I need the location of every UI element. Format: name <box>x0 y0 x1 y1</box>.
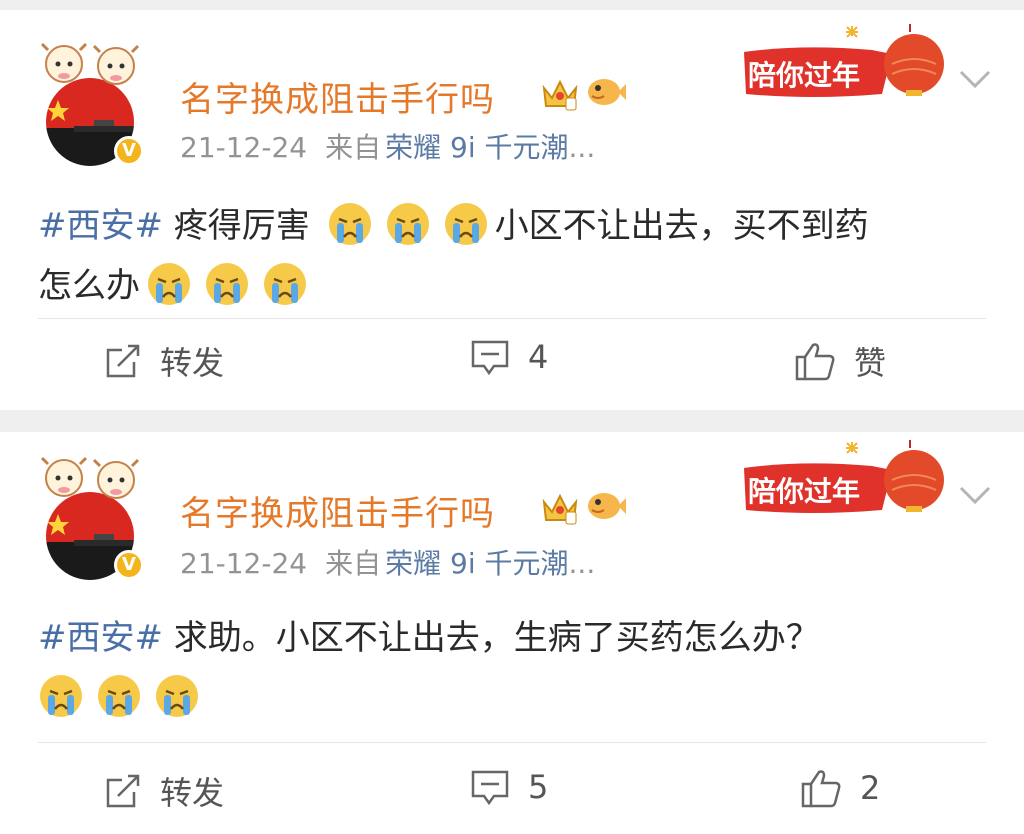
post-content: #西安# 求助。小区不让出去，生病了买药怎么办？ <box>38 608 998 728</box>
chevron-down-icon[interactable] <box>958 484 992 508</box>
crying-emoji-icon <box>148 263 190 305</box>
device-link[interactable]: 荣耀 9i 千元潮 <box>385 547 568 580</box>
crying-emoji-icon <box>206 263 248 305</box>
post-text-segment: 求助。小区不让出去，生病了买药怎么办？ <box>173 618 820 658</box>
comment-count: 4 <box>528 338 549 376</box>
like-label: 赞 <box>854 344 887 382</box>
repost-icon <box>106 344 140 378</box>
post-meta: 21-12-24 来自 荣耀 9i 千元潮... <box>180 126 595 166</box>
device-link[interactable]: 荣耀 9i 千元潮 <box>385 131 568 164</box>
thumbs-up-icon <box>795 343 835 381</box>
fish-icon <box>588 79 626 105</box>
comment-icon <box>471 340 509 376</box>
post-card: V 名字换成阻击手行吗 21-12-24 来自 荣耀 9i 千元潮... 陪你过… <box>0 432 1024 834</box>
like-button[interactable]: 2 <box>800 768 880 808</box>
crying-emoji-icon <box>386 203 429 245</box>
repost-button[interactable]: 转发 <box>104 768 224 814</box>
comment-count: 5 <box>528 768 549 806</box>
meta-ellipsis: ... <box>568 547 596 580</box>
post-text-segment: 小区不让出去，买不到药 <box>494 206 869 246</box>
comment-button[interactable]: 5 <box>470 768 548 806</box>
festival-badge-text: 陪你过年 <box>748 59 861 92</box>
post-date: 21-12-24 <box>180 547 308 580</box>
crying-emoji-icon <box>328 203 371 245</box>
chevron-down-icon[interactable] <box>958 68 992 92</box>
post-text-segment: 怎么办 <box>38 266 140 306</box>
topic-tag[interactable]: #西安# <box>38 618 163 658</box>
festival-badge[interactable]: 陪你过年 <box>742 24 952 108</box>
like-button[interactable]: 赞 <box>794 338 886 384</box>
post-meta: 21-12-24 来自 荣耀 9i 千元潮... <box>180 542 595 582</box>
like-count: 2 <box>860 769 881 807</box>
post-content: #西安# 疼得厉害 小区不让出去，买不到药 怎么办 <box>38 196 998 316</box>
source-prefix: 来自 <box>325 131 382 164</box>
divider <box>38 742 986 743</box>
username[interactable]: 名字换成阻击手行吗 <box>180 72 495 121</box>
festival-badge-text: 陪你过年 <box>748 475 861 508</box>
username[interactable]: 名字换成阻击手行吗 <box>180 486 495 535</box>
crying-emoji-icon <box>40 675 82 717</box>
meta-ellipsis: ... <box>568 131 596 164</box>
fish-icon <box>588 493 626 519</box>
topic-tag[interactable]: #西安# <box>38 206 163 246</box>
repost-label: 转发 <box>160 774 225 812</box>
divider <box>38 318 986 319</box>
comment-button[interactable]: 4 <box>470 338 548 376</box>
crying-emoji-icon <box>264 263 306 305</box>
crown-icon <box>542 493 578 525</box>
verified-badge: V <box>114 136 144 166</box>
crying-emoji-icon <box>98 675 140 717</box>
comment-icon <box>471 770 509 806</box>
festival-badge[interactable]: 陪你过年 <box>742 440 952 524</box>
crying-emoji-icon <box>156 675 198 717</box>
repost-icon <box>106 774 140 808</box>
source-prefix: 来自 <box>325 547 382 580</box>
post-text-segment: 疼得厉害 <box>173 206 310 246</box>
thumbs-up-icon <box>801 770 841 808</box>
verified-badge: V <box>114 550 144 580</box>
post-date: 21-12-24 <box>180 131 308 164</box>
post-card: V 名字换成阻击手行吗 21-12-24 来自 荣耀 9i 千元潮... 陪你过… <box>0 10 1024 410</box>
crown-icon <box>542 79 578 111</box>
crying-emoji-icon <box>444 203 487 245</box>
repost-label: 转发 <box>160 344 225 382</box>
weibo-feed: V 名字换成阻击手行吗 21-12-24 来自 荣耀 9i 千元潮... 陪你过… <box>0 0 1024 834</box>
repost-button[interactable]: 转发 <box>104 338 224 384</box>
